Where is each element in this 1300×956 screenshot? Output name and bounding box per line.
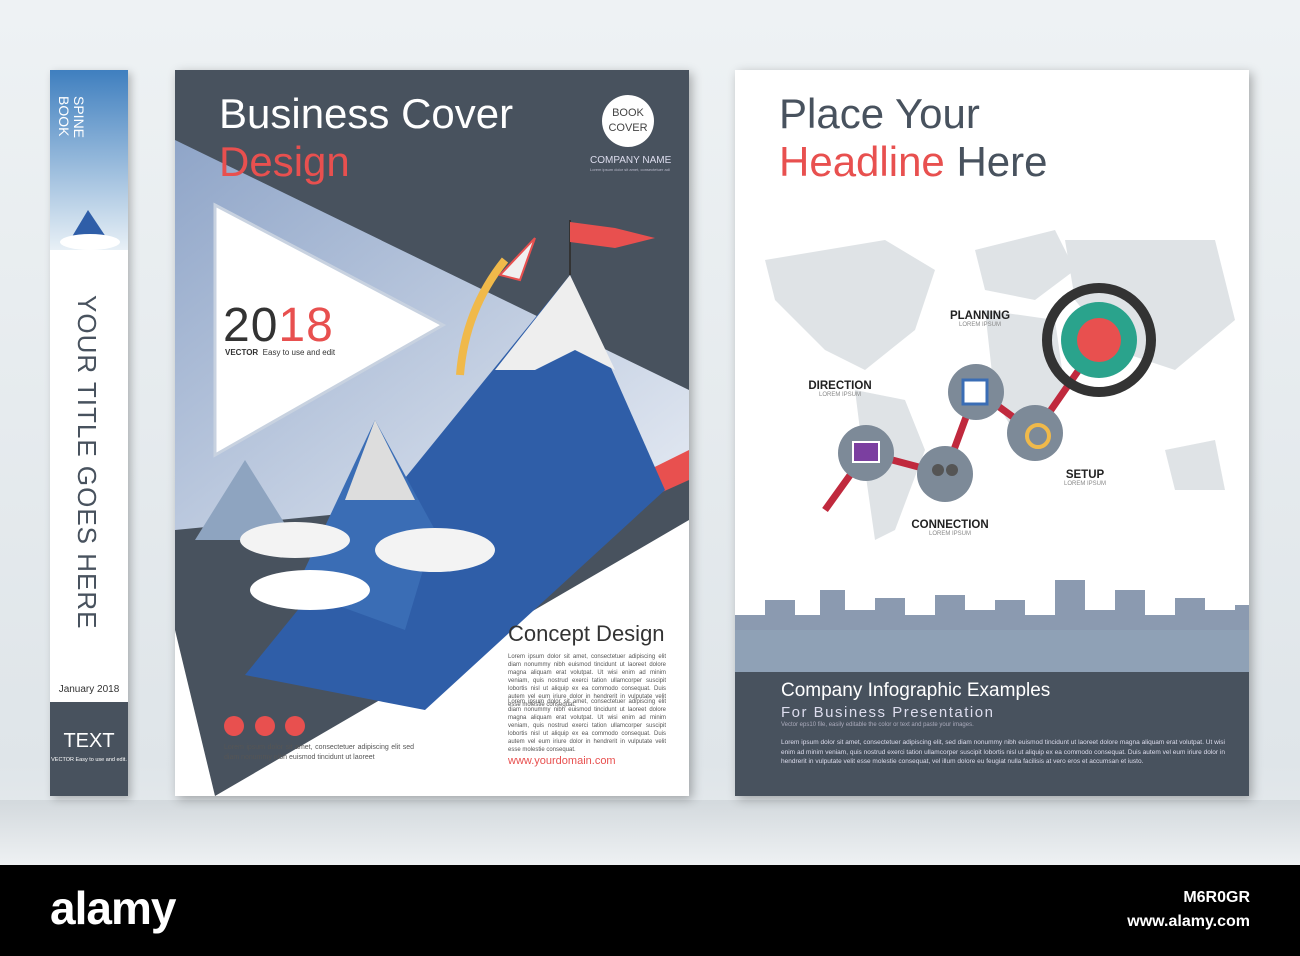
website-link[interactable]: www.yourdomain.com: [508, 755, 616, 767]
step-label-connection: CONNECTION: [911, 519, 989, 531]
step-sub-direction: LOREM IPSUM: [818, 392, 861, 398]
front-title-line1: Business Cover: [219, 90, 514, 137]
white-corner: [175, 630, 215, 796]
year-sub-vector: VECTOR: [225, 348, 259, 357]
book-spine: SPINE BOOK YOUR TITLE GOES HERE January …: [50, 70, 128, 796]
people-icon: [932, 464, 944, 476]
spine-cloud: [60, 234, 120, 250]
connection-node: [917, 446, 973, 502]
badge-line1: BOOK: [612, 107, 644, 119]
globe-icon[interactable]: [224, 716, 244, 736]
setup-node: [1007, 405, 1063, 461]
step-sub-setup: LOREM IPSUM: [1063, 481, 1106, 487]
band-note: Vector eps10 file, easily editable the c…: [781, 722, 974, 728]
band-paragraph: Lorem ipsum dolor sit amet, consectetuer…: [781, 739, 1225, 765]
rocket-icon: [498, 237, 536, 282]
step-label-direction: DIRECTION: [808, 380, 872, 392]
step-sub-connection: LOREM IPSUM: [928, 531, 971, 537]
section-title: Concept Design: [508, 621, 665, 646]
flag-icon: [570, 222, 655, 248]
spine-bottom-sub: VECTOR Easy to use and edit.: [51, 757, 127, 763]
target-center: [1077, 318, 1121, 362]
company-sub: Lorem ipsum dolor sit amet, consectetuer…: [590, 167, 670, 172]
front-title-line2: Design: [219, 138, 350, 185]
front-cover: Business Cover Design BOOK COVER COMPANY…: [175, 70, 689, 796]
cloud: [250, 570, 370, 610]
cloud: [240, 522, 350, 558]
calendar-icon: [961, 378, 989, 406]
alamy-site: www.alamy.com: [1127, 913, 1250, 930]
spine-label-book: BOOK: [56, 96, 72, 137]
person-icon[interactable]: [285, 716, 305, 736]
mail-icon[interactable]: [255, 716, 275, 736]
alamy-logo: alamy: [50, 882, 176, 934]
front-footer-text: Lorem ipsum dolor sit amet, consectetuer…: [224, 744, 414, 761]
cloud: [375, 528, 495, 572]
spine-label-spine: SPINE: [71, 96, 87, 139]
spine-bottom-title: TEXT: [63, 730, 115, 752]
year-second: 18: [278, 299, 334, 352]
year-sub-text: Easy to use and edit: [262, 348, 336, 357]
image-id: M6R0GR: [1183, 889, 1250, 906]
back-cover: Place Your Headline Here DIRECTION LOREM…: [735, 70, 1249, 796]
city-skyline: [735, 580, 1249, 630]
step-label-planning: PLANNING: [949, 310, 1011, 322]
skyline-band: [735, 630, 1249, 672]
band-title: Company Infographic Examples: [781, 680, 1051, 701]
paragraph-2: Lorem ipsum dolor sit amet, consectetuer…: [508, 699, 666, 753]
year-first: 20: [223, 299, 279, 352]
contact-icons: [224, 716, 305, 736]
spine-date: January 2018: [58, 684, 120, 695]
step-sub-planning: LOREM IPSUM: [958, 322, 1001, 328]
band-subtitle: For Business Presentation: [781, 704, 995, 721]
chart-up-icon: [852, 441, 880, 463]
company-name: COMPANY NAME: [590, 155, 672, 166]
badge-line2: COVER: [608, 122, 648, 134]
step-label-setup: SETUP: [1065, 469, 1105, 481]
spine-title: YOUR TITLE GOES HERE: [72, 295, 102, 630]
watermark-footer: alamy M6R0GR www.alamy.com: [0, 865, 1300, 956]
spine-bottom-panel: TEXT VECTOR Easy to use and edit.: [50, 702, 128, 796]
floor-shadow: [0, 800, 1300, 865]
